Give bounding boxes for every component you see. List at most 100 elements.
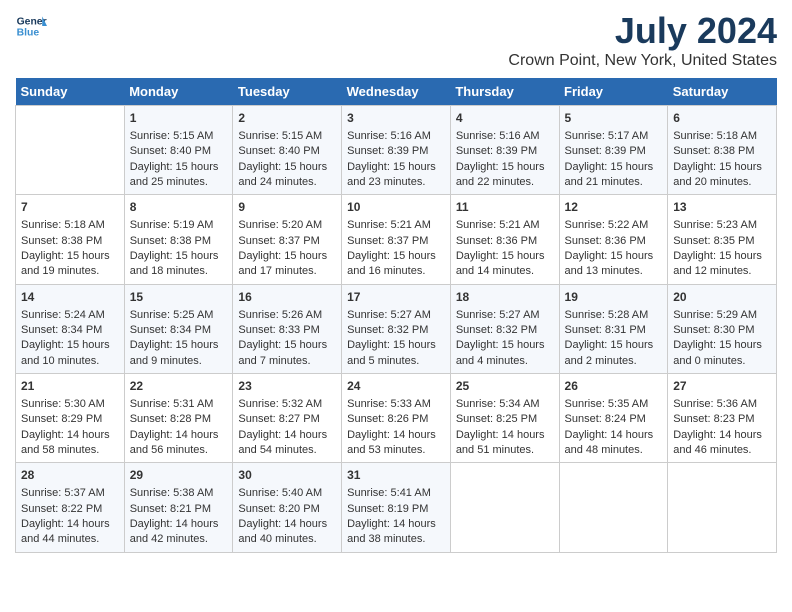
calendar-cell: 23 Sunrise: 5:32 AMSunset: 8:27 PMDayligh… [233, 374, 342, 463]
calendar-cell: 4Sunrise: 5:16 AMSunset: 8:39 PMDaylight… [450, 106, 559, 195]
day-info: Daylight: 14 hours [565, 428, 663, 443]
day-info: Daylight: 15 hours [130, 249, 228, 264]
day-number: 23 [238, 378, 336, 395]
day-number: 22 [130, 378, 228, 395]
weekday-header-sunday: Sunday [16, 78, 125, 106]
day-info: and 10 minutes. [21, 354, 119, 369]
day-number: 4 [456, 110, 554, 127]
day-number: 21 [21, 378, 119, 395]
calendar-cell [668, 463, 777, 552]
day-info: Daylight: 15 hours [238, 249, 336, 264]
day-info: Sunrise: 5:26 AM [238, 308, 336, 323]
day-info: Daylight: 14 hours [347, 428, 445, 443]
calendar-cell: 25Sunrise: 5:34 AMSunset: 8:25 PMDayligh… [450, 374, 559, 463]
day-info: Daylight: 14 hours [238, 428, 336, 443]
day-info: Sunset: 8:39 PM [456, 144, 554, 159]
day-info: Daylight: 14 hours [130, 428, 228, 443]
day-info: Sunset: 8:38 PM [673, 144, 771, 159]
day-info: Daylight: 15 hours [456, 160, 554, 175]
day-info: Daylight: 14 hours [21, 517, 119, 532]
day-info: Sunset: 8:37 PM [347, 234, 445, 249]
day-info: Daylight: 15 hours [130, 160, 228, 175]
day-info: Sunset: 8:35 PM [673, 234, 771, 249]
day-info: Daylight: 14 hours [456, 428, 554, 443]
calendar-cell: 7Sunrise: 5:18 AMSunset: 8:38 PMDaylight… [16, 195, 125, 284]
day-info: Daylight: 15 hours [21, 249, 119, 264]
day-info: Sunrise: 5:33 AM [347, 397, 445, 412]
day-info: Sunrise: 5:28 AM [565, 308, 663, 323]
day-number: 11 [456, 199, 554, 216]
calendar-cell: 19Sunrise: 5:28 AMSunset: 8:31 PMDayligh… [559, 284, 668, 373]
calendar-cell: 14Sunrise: 5:24 AMSunset: 8:34 PMDayligh… [16, 284, 125, 373]
day-info: Sunrise: 5:21 AM [456, 218, 554, 233]
calendar-cell: 2Sunrise: 5:15 AMSunset: 8:40 PMDaylight… [233, 106, 342, 195]
day-info: and 5 minutes. [347, 354, 445, 369]
day-info: and 40 minutes. [238, 532, 336, 547]
day-info: Sunset: 8:32 PM [456, 323, 554, 338]
day-info: Sunrise: 5:38 AM [130, 486, 228, 501]
day-number: 14 [21, 289, 119, 306]
calendar-cell: 24Sunrise: 5:33 AMSunset: 8:26 PMDayligh… [342, 374, 451, 463]
logo-icon: General Blue [15, 10, 47, 42]
day-info: Sunset: 8:32 PM [347, 323, 445, 338]
day-number: 8 [130, 199, 228, 216]
day-number: 5 [565, 110, 663, 127]
day-info: and 16 minutes. [347, 264, 445, 279]
day-info: Daylight: 14 hours [238, 517, 336, 532]
calendar-cell: 12Sunrise: 5:22 AMSunset: 8:36 PMDayligh… [559, 195, 668, 284]
day-info: Sunrise: 5:20 AM [238, 218, 336, 233]
day-info: Sunrise: 5:32 AM [238, 397, 336, 412]
day-info: and 58 minutes. [21, 443, 119, 458]
day-info: Sunset: 8:21 PM [130, 502, 228, 517]
day-info: Sunset: 8:20 PM [238, 502, 336, 517]
day-info: Daylight: 14 hours [347, 517, 445, 532]
day-info: Daylight: 15 hours [456, 338, 554, 353]
calendar-cell [16, 106, 125, 195]
calendar-cell: 8Sunrise: 5:19 AMSunset: 8:38 PMDaylight… [124, 195, 233, 284]
day-number: 12 [565, 199, 663, 216]
calendar-cell: 22Sunrise: 5:31 AMSunset: 8:28 PMDayligh… [124, 374, 233, 463]
day-info: Sunset: 8:33 PM [238, 323, 336, 338]
day-number: 30 [238, 467, 336, 484]
calendar-header: SundayMondayTuesdayWednesdayThursdayFrid… [16, 78, 777, 106]
day-info: Sunset: 8:36 PM [456, 234, 554, 249]
calendar-cell: 6Sunrise: 5:18 AMSunset: 8:38 PMDaylight… [668, 106, 777, 195]
day-info: and 23 minutes. [347, 175, 445, 190]
day-info: Sunset: 8:25 PM [456, 412, 554, 427]
day-info: Daylight: 15 hours [565, 338, 663, 353]
day-info: Sunset: 8:27 PM [238, 412, 336, 427]
day-info: Sunset: 8:34 PM [21, 323, 119, 338]
calendar-cell: 30Sunrise: 5:40 AMSunset: 8:20 PMDayligh… [233, 463, 342, 552]
week-row-3: 21Sunrise: 5:30 AMSunset: 8:29 PMDayligh… [16, 374, 777, 463]
day-info: Sunset: 8:39 PM [565, 144, 663, 159]
calendar-cell: 18Sunrise: 5:27 AMSunset: 8:32 PMDayligh… [450, 284, 559, 373]
calendar-cell: 26Sunrise: 5:35 AMSunset: 8:24 PMDayligh… [559, 374, 668, 463]
day-info: Daylight: 15 hours [565, 160, 663, 175]
day-info: Sunrise: 5:29 AM [673, 308, 771, 323]
weekday-header-tuesday: Tuesday [233, 78, 342, 106]
day-info: Sunrise: 5:35 AM [565, 397, 663, 412]
day-info: and 20 minutes. [673, 175, 771, 190]
weekday-header-wednesday: Wednesday [342, 78, 451, 106]
calendar-cell: 5Sunrise: 5:17 AMSunset: 8:39 PMDaylight… [559, 106, 668, 195]
day-info: and 12 minutes. [673, 264, 771, 279]
day-info: Sunset: 8:34 PM [130, 323, 228, 338]
logo: General Blue [15, 10, 47, 42]
day-info: and 38 minutes. [347, 532, 445, 547]
calendar-table: SundayMondayTuesdayWednesdayThursdayFrid… [15, 78, 777, 553]
day-info: and 25 minutes. [130, 175, 228, 190]
day-number: 26 [565, 378, 663, 395]
day-number: 24 [347, 378, 445, 395]
calendar-cell: 13Sunrise: 5:23 AMSunset: 8:35 PMDayligh… [668, 195, 777, 284]
day-number: 6 [673, 110, 771, 127]
calendar-cell: 16Sunrise: 5:26 AMSunset: 8:33 PMDayligh… [233, 284, 342, 373]
day-info: Sunset: 8:36 PM [565, 234, 663, 249]
day-info: and 21 minutes. [565, 175, 663, 190]
day-number: 3 [347, 110, 445, 127]
day-info: Daylight: 15 hours [238, 160, 336, 175]
day-info: Daylight: 14 hours [673, 428, 771, 443]
svg-text:Blue: Blue [17, 28, 40, 39]
weekday-header-monday: Monday [124, 78, 233, 106]
day-info: Sunrise: 5:34 AM [456, 397, 554, 412]
day-info: and 14 minutes. [456, 264, 554, 279]
